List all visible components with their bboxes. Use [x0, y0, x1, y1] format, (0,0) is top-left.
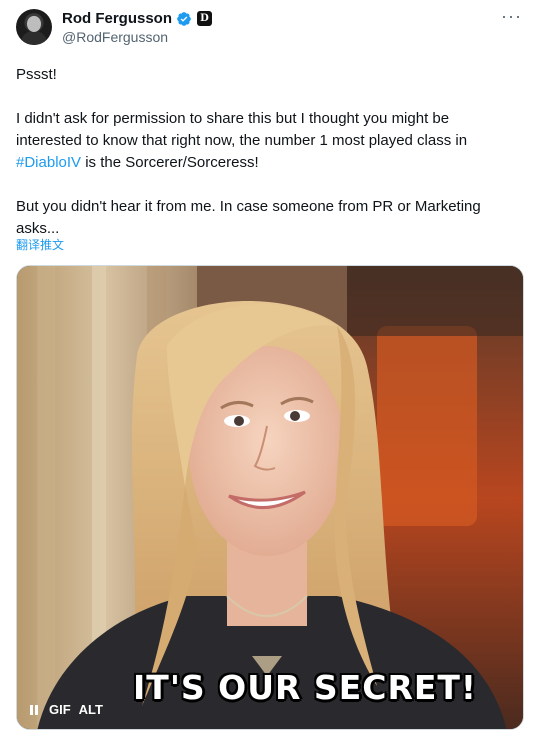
gif-frame-image [17, 266, 523, 729]
hashtag-link[interactable]: #DiabloIV [16, 154, 81, 171]
media-controls: GIF ALT [27, 702, 103, 717]
tweet-paragraph-2: I didn't ask for permission to share thi… [16, 108, 516, 174]
author-handle[interactable]: @RodFergusson [62, 29, 168, 45]
tweet-paragraph-1: Pssst! [16, 66, 57, 83]
verified-badge-icon [176, 11, 192, 27]
alt-text-button[interactable]: ALT [79, 702, 103, 717]
pause-icon[interactable] [27, 703, 41, 717]
more-options-icon[interactable]: ··· [501, 7, 522, 25]
tweet-paragraph-2-end: is the Sorcerer/Sorceress! [81, 154, 259, 171]
author-avatar[interactable] [16, 9, 52, 45]
translate-tweet-link[interactable]: 翻译推文 [16, 236, 64, 253]
gif-media[interactable]: IT'S OUR SECRET! GIF ALT [16, 265, 524, 730]
tweet-header: Rod Fergusson D @RodFergusson ··· [16, 6, 524, 50]
author-display-name[interactable]: Rod Fergusson [62, 10, 172, 27]
tweet-paragraph-3: But you didn't hear it from me. In case … [16, 198, 481, 237]
tweet-text: Pssst! I didn't ask for permission to sh… [16, 64, 516, 240]
tweet-paragraph-2-text: I didn't ask for permission to share thi… [16, 110, 468, 149]
author-name-row: Rod Fergusson D [62, 10, 213, 27]
gif-label: GIF [49, 702, 71, 717]
affiliate-badge-icon[interactable]: D [197, 11, 213, 26]
